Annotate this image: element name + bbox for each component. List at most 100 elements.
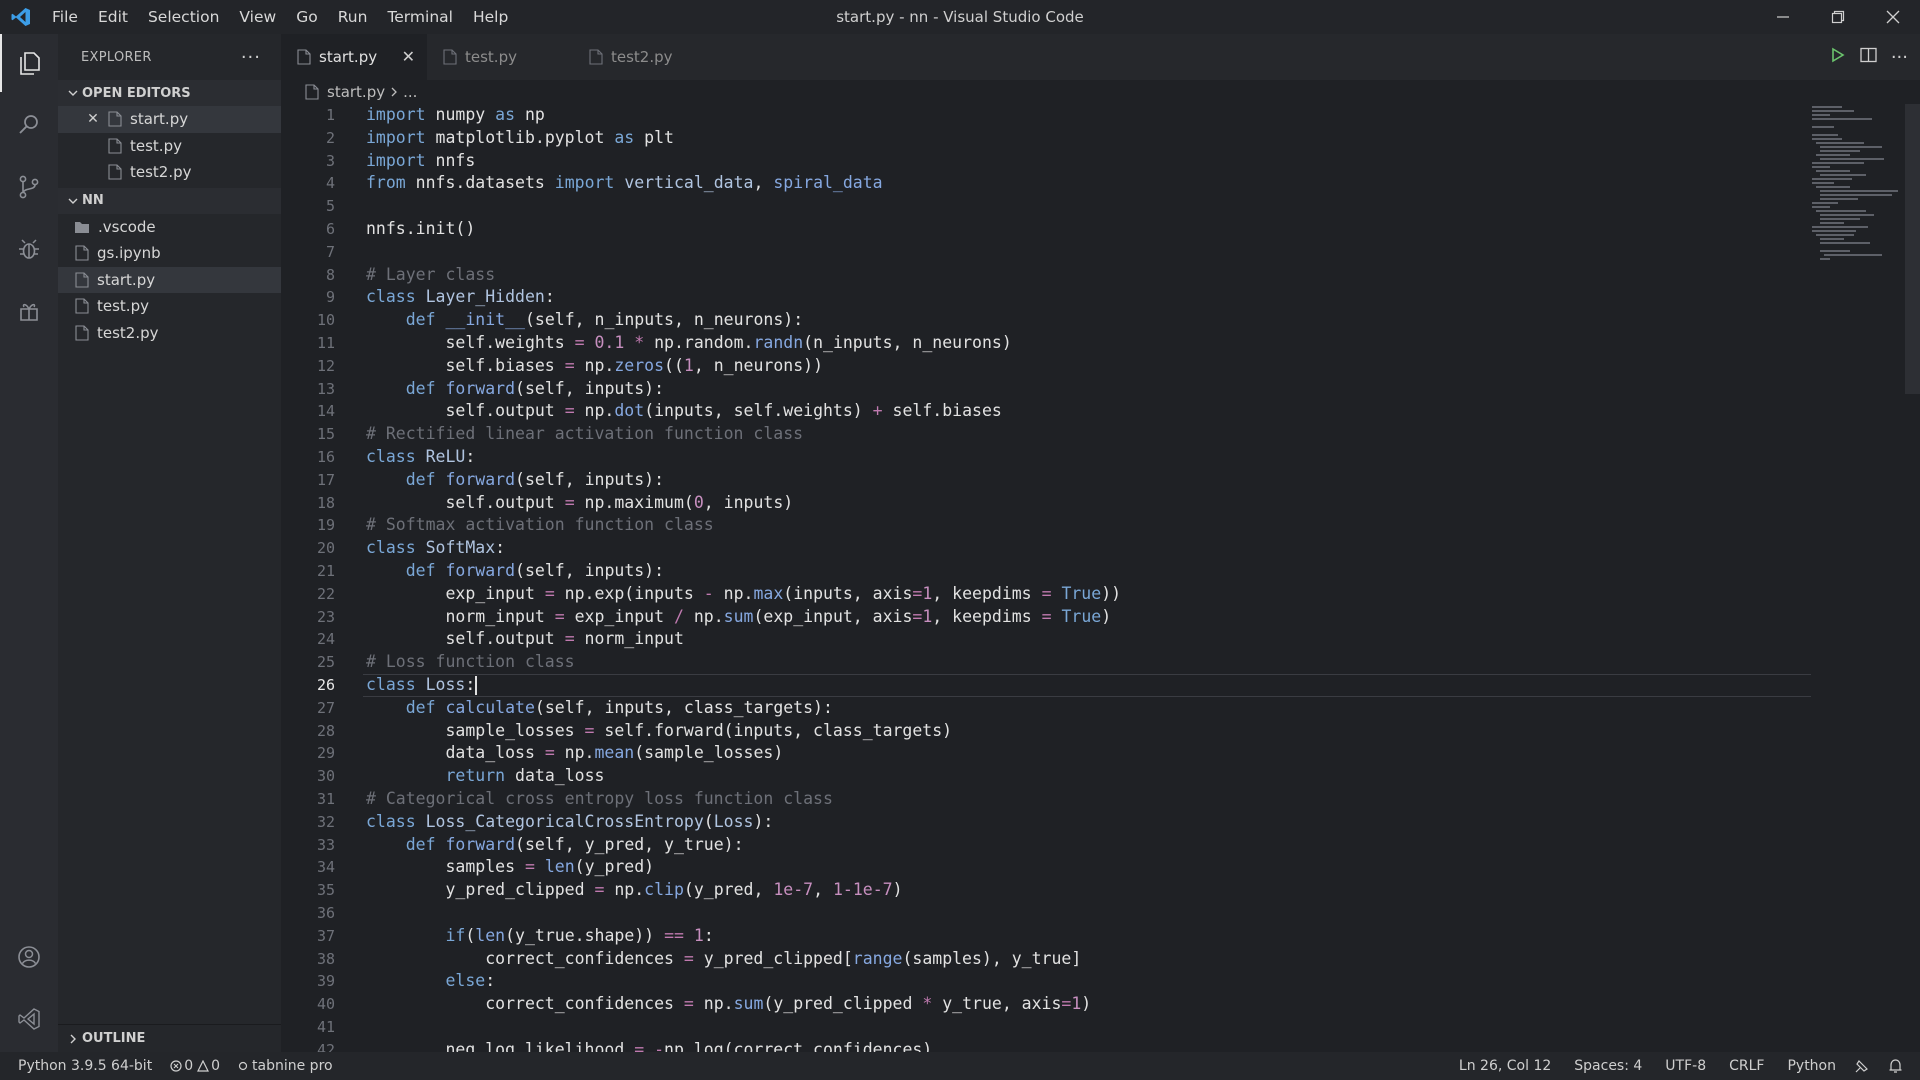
problems-indicator[interactable]: 0 0 (161, 1052, 229, 1080)
code-line: 27 def calculate(self, inputs, class_tar… (316, 697, 833, 717)
tree-item-label: gs.ipynb (97, 244, 161, 263)
tab-label: test.py (465, 48, 517, 66)
code-line: 38 correct_confidences = y_pred_clipped[… (316, 948, 1082, 968)
tab-start-py[interactable]: start.py ✕ (281, 34, 427, 80)
feedback-icon (1855, 1060, 1868, 1073)
code-line: 17 def forward(self, inputs): (316, 469, 665, 489)
editor-scrollbar[interactable] (1905, 104, 1920, 394)
open-editor-start-py[interactable]: ✕ start.py (58, 106, 281, 133)
language-mode[interactable]: Python (1773, 1052, 1845, 1080)
source-control-icon (19, 175, 39, 199)
code-line: 7 (325, 242, 335, 261)
more-actions-icon[interactable]: ··· (241, 47, 261, 68)
search-activity-button[interactable] (0, 96, 58, 154)
code-line: 6 nnfs.init() (325, 219, 476, 238)
source-control-activity-button[interactable] (0, 158, 58, 216)
code-line: 32 class Loss_CategoricalCrossEntropy(Los… (316, 811, 774, 831)
account-icon (18, 946, 40, 968)
open-editor-test-py[interactable]: test.py (58, 133, 281, 160)
open-editor-test2-py[interactable]: test2.py (58, 159, 281, 186)
minimize-icon (1776, 16, 1789, 18)
tabnine-icon (238, 1061, 248, 1071)
split-editor-button[interactable] (1860, 47, 1877, 67)
status-bar: Python 3.9.5 64-bit 0 0 tabnine pro Ln 2… (0, 1052, 1920, 1080)
minimize-button[interactable] (1755, 0, 1810, 34)
notifications-button[interactable] (1879, 1052, 1912, 1080)
code-line: 18 self.output = np.maximum(0, inputs) (316, 492, 794, 512)
file-icon (75, 298, 89, 314)
code-line: 3 import nnfs (325, 150, 476, 170)
close-tab-icon[interactable]: ✕ (402, 47, 415, 66)
tab-test-py[interactable]: test.py (427, 34, 573, 80)
breadcrumb-symbol[interactable]: ... (403, 83, 417, 101)
breadcrumb-file[interactable]: start.py (327, 83, 385, 101)
open-editors-header[interactable]: OPEN EDITORS (58, 80, 281, 106)
explorer-header: EXPLORER ··· (58, 34, 281, 80)
tabnine-label: tabnine pro (252, 1058, 333, 1074)
close-icon (1886, 10, 1899, 24)
tree-item-vscode[interactable]: .vscode (58, 214, 281, 241)
file-icon (108, 164, 122, 180)
files-icon (20, 52, 40, 75)
python-interpreter[interactable]: Python 3.9.5 64-bit (0, 1052, 161, 1080)
folder-header-nn[interactable]: NN (58, 187, 281, 214)
debug-activity-button[interactable] (0, 220, 58, 278)
status-bar-right: Ln 26, Col 12 Spaces: 4 UTF-8 CRLF Pytho… (1450, 1052, 1912, 1080)
feedback-button[interactable] (1845, 1052, 1879, 1080)
more-actions-button[interactable]: ··· (1891, 47, 1908, 68)
restore-button[interactable] (1810, 0, 1865, 34)
run-button[interactable] (1830, 47, 1846, 67)
cursor-position[interactable]: Ln 26, Col 12 (1450, 1052, 1560, 1080)
warning-count: 0 (211, 1058, 221, 1074)
close-editor-icon[interactable]: ✕ (84, 111, 102, 127)
code-line: 29 data_loss = np.mean(sample_losses) (316, 743, 784, 763)
code-line: 42 neg_log_likelihood = -np.log(correct_… (316, 1039, 933, 1052)
menu-run[interactable]: Run (328, 0, 378, 34)
code-line: 36 (316, 904, 335, 922)
code-line: 4 from nnfs.datasets import vertical_data… (325, 173, 883, 193)
chevron-right-icon (390, 83, 398, 101)
minimap[interactable] (1810, 104, 1905, 264)
tabnine-status[interactable]: tabnine pro (229, 1052, 342, 1080)
tab-bar: start.py ✕ test.py test2.py ··· (281, 34, 1920, 80)
breadcrumb: start.py ... (281, 80, 1705, 104)
tree-item-gs-ipynb[interactable]: gs.ipynb (58, 240, 281, 267)
extensions-activity-button[interactable] (0, 282, 58, 340)
chevron-right-icon (64, 1034, 82, 1044)
menu-file[interactable]: File (42, 0, 88, 34)
code-line-current: 26 class Loss: (281, 674, 1811, 697)
file-icon (108, 138, 122, 154)
code-line: 37 if(len(y_true.shape)) == 1: (316, 925, 714, 945)
code-line: 35 y_pred_clipped = np.clip(y_pred, 1e-7… (316, 880, 903, 900)
close-window-button[interactable] (1865, 0, 1920, 34)
tree-item-label: test2.py (97, 323, 159, 342)
tree-item-test2-py[interactable]: test2.py (58, 320, 281, 347)
remote-activity-button[interactable] (0, 990, 58, 1048)
tree-item-test-py[interactable]: test.py (58, 293, 281, 320)
menu-help[interactable]: Help (463, 0, 518, 34)
explorer-sidebar: EXPLORER ··· OPEN EDITORS ✕ start.py tes… (58, 34, 281, 1052)
open-editor-label: test2.py (130, 163, 192, 182)
menu-edit[interactable]: Edit (88, 0, 138, 34)
menu-selection[interactable]: Selection (138, 0, 229, 34)
code-line: 22 exp_input = np.exp(inputs - np.max(in… (316, 583, 1122, 603)
explorer-title: EXPLORER (81, 49, 152, 65)
folder-icon (75, 221, 89, 233)
menu-terminal[interactable]: Terminal (377, 0, 463, 34)
menu-view[interactable]: View (229, 0, 286, 34)
explorer-activity-button[interactable] (0, 34, 58, 92)
tab-test2-py[interactable]: test2.py (573, 34, 719, 80)
outline-header[interactable]: OUTLINE (58, 1024, 281, 1052)
encoding[interactable]: UTF-8 (1651, 1052, 1715, 1080)
line-ending[interactable]: CRLF (1715, 1052, 1773, 1080)
file-icon (75, 325, 89, 341)
code-editor[interactable]: 1 import numpy as np 2 import matplotlib.p… (281, 104, 1811, 1052)
outline-label: OUTLINE (82, 1031, 146, 1046)
open-editors-label: OPEN EDITORS (82, 85, 191, 101)
accounts-activity-button[interactable] (0, 928, 58, 986)
tree-item-start-py[interactable]: start.py (58, 266, 281, 293)
folder-label: NN (82, 193, 104, 208)
indentation[interactable]: Spaces: 4 (1560, 1052, 1651, 1080)
code-line: 30 return data_loss (316, 766, 605, 786)
menu-go[interactable]: Go (286, 0, 328, 34)
